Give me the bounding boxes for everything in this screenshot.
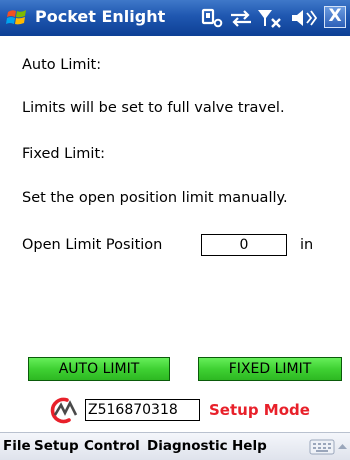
serial-number-field: Z516870318: [85, 399, 200, 421]
mode-status: Setup Mode: [209, 401, 310, 419]
menu-control[interactable]: Control: [84, 438, 140, 454]
app-title: Pocket Enlight: [35, 7, 166, 26]
fixed-limit-heading: Fixed Limit:: [22, 146, 106, 162]
auto-limit-button[interactable]: AUTO LIMIT: [28, 357, 170, 381]
menu-diagnostic[interactable]: Diagnostic: [147, 438, 228, 454]
connectivity-icon[interactable]: [200, 6, 224, 30]
chevron-up-icon[interactable]: [338, 442, 347, 451]
menu-help[interactable]: Help: [232, 438, 267, 454]
speaker-icon[interactable]: [289, 6, 319, 30]
close-button[interactable]: X: [324, 6, 346, 28]
menu-bar: File Setup Control Diagnostic Help: [0, 432, 350, 460]
open-limit-position-label: Open Limit Position: [22, 237, 163, 253]
title-bar: Pocket Enlight X: [0, 0, 350, 36]
keyboard-icon[interactable]: [309, 439, 335, 455]
windows-flag-icon[interactable]: [5, 6, 29, 30]
brand-logo-icon: [50, 397, 78, 424]
open-limit-unit: in: [300, 237, 314, 253]
fixed-limit-button[interactable]: FIXED LIMIT: [198, 357, 342, 381]
menu-setup[interactable]: Setup: [34, 438, 79, 454]
open-limit-position-input[interactable]: 0: [201, 234, 287, 256]
auto-limit-description: Limits will be set to full valve travel.: [22, 100, 285, 116]
menu-file[interactable]: File: [3, 438, 31, 454]
signal-icon[interactable]: [256, 6, 284, 30]
sync-icon[interactable]: [228, 6, 254, 30]
fixed-limit-description: Set the open position limit manually.: [22, 190, 288, 206]
auto-limit-heading: Auto Limit:: [22, 57, 102, 73]
